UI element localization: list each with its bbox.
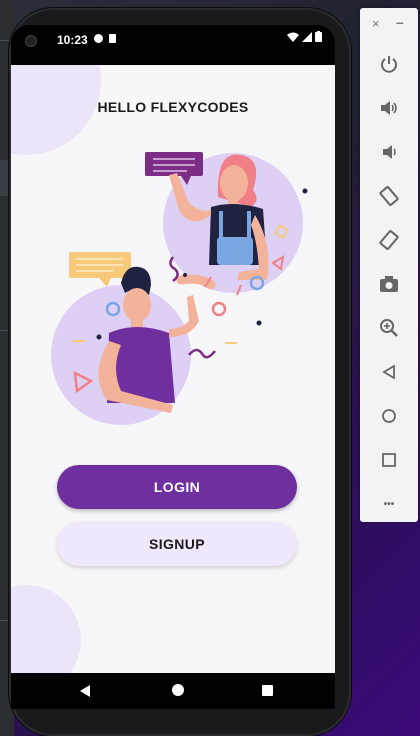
status-bar: 10:23	[11, 25, 335, 59]
app-screen: HELLO FLEXYCODES LOGIN SIGNUP	[11, 65, 335, 673]
battery-icon	[315, 31, 322, 42]
welcome-illustration	[51, 152, 308, 425]
volume-down-icon[interactable]	[377, 140, 401, 164]
zoom-icon[interactable]	[377, 316, 401, 340]
status-icons	[287, 31, 322, 42]
phone-screen: 10:23 HELLO FLEXYCODES LOGIN SIGNUP	[11, 25, 335, 673]
rotate-right-icon[interactable]	[377, 228, 401, 252]
wifi-icon	[287, 32, 299, 42]
home-icon[interactable]	[377, 404, 401, 428]
emulator-toolbar: × – •••	[360, 8, 418, 522]
close-icon[interactable]: ×	[372, 16, 380, 31]
rotate-left-icon[interactable]	[377, 184, 401, 208]
login-button[interactable]: LOGIN	[57, 465, 297, 509]
camera-icon[interactable]	[377, 272, 401, 296]
camera-icon	[25, 35, 37, 47]
status-time: 10:23	[57, 33, 88, 47]
overview-icon[interactable]	[377, 448, 401, 472]
signal-icon	[302, 31, 312, 42]
page-title: HELLO FLEXYCODES	[97, 99, 249, 115]
minimize-icon[interactable]: –	[396, 14, 404, 30]
navigation-bar	[11, 673, 335, 709]
signup-button[interactable]: SIGNUP	[57, 522, 297, 566]
decor-blob	[11, 585, 81, 673]
notification-icon	[94, 34, 103, 43]
power-icon[interactable]	[377, 52, 401, 76]
recents-icon[interactable]	[262, 685, 273, 696]
volume-up-icon[interactable]	[377, 96, 401, 120]
sd-card-icon	[109, 34, 116, 43]
back-icon[interactable]	[80, 685, 90, 697]
back-icon[interactable]	[377, 360, 401, 384]
home-icon[interactable]	[172, 684, 184, 696]
more-icon[interactable]: •••	[377, 492, 401, 516]
